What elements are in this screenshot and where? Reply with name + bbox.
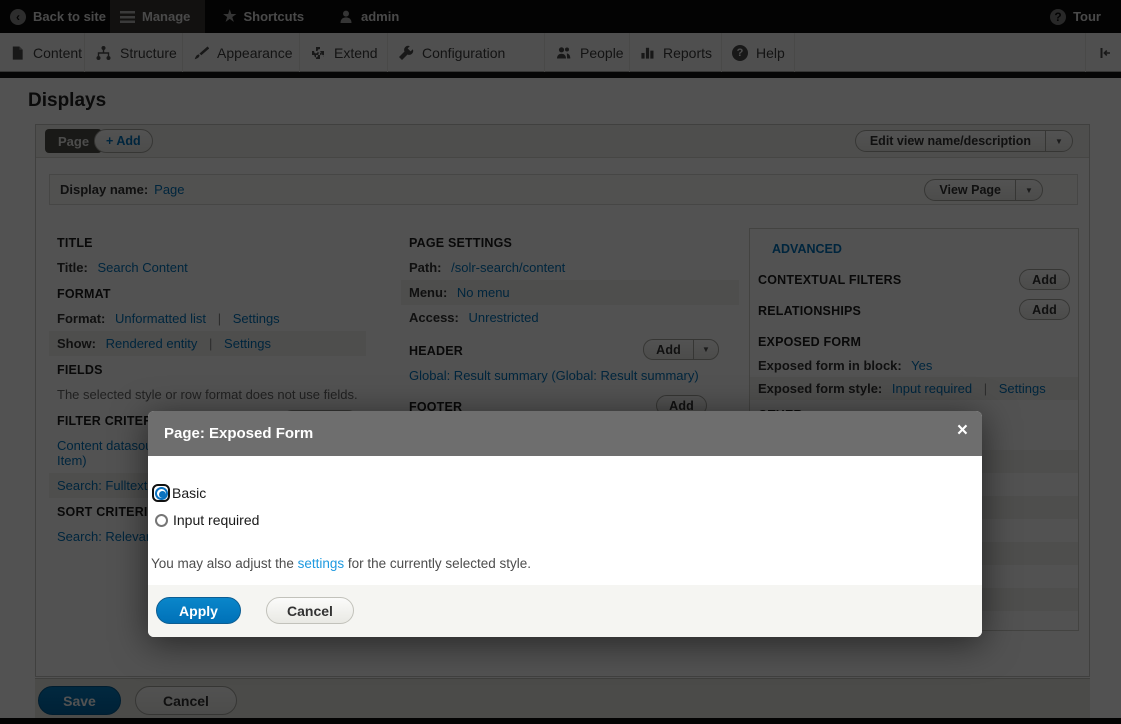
dialog-footer: Apply Cancel [148, 585, 982, 637]
dialog-cancel-button[interactable]: Cancel [266, 597, 354, 624]
apply-button[interactable]: Apply [156, 597, 241, 624]
note-text-before: You may also adjust the [151, 556, 298, 571]
note-settings-link[interactable]: settings [298, 556, 345, 571]
dialog-body: Basic Input required You may also adjust… [148, 456, 982, 585]
radio-basic-label[interactable]: Basic [172, 485, 206, 501]
radio-selected-icon[interactable] [152, 484, 170, 502]
radio-unselected-icon[interactable] [155, 514, 168, 527]
note-text-after: for the currently selected style. [344, 556, 531, 571]
radio-option-basic[interactable]: Basic [152, 484, 206, 502]
dialog-note: You may also adjust the settings for the… [151, 556, 531, 571]
radio-option-input-required[interactable]: Input required [152, 512, 259, 528]
drupal-views-edit-page: ‹ Back to site Manage ★ Shortcuts admin … [0, 0, 1121, 724]
close-icon[interactable]: × [957, 421, 968, 440]
dialog-header[interactable]: Page: Exposed Form × [148, 411, 982, 456]
exposed-form-dialog: Page: Exposed Form × Basic Input require… [148, 411, 982, 637]
radio-input-required-label[interactable]: Input required [173, 512, 259, 528]
dialog-title: Page: Exposed Form [164, 425, 313, 442]
